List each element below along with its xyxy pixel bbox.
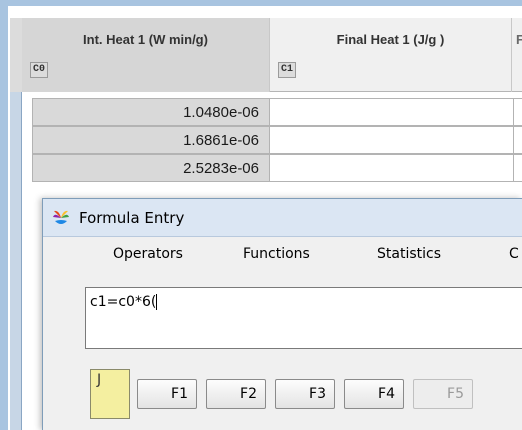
menu-statistics[interactable]: Statistics: [377, 246, 441, 262]
column-header-c2[interactable]: F: [512, 18, 522, 92]
cell-c1[interactable]: [270, 98, 514, 126]
column-header-c0[interactable]: Int. Heat 1 (W min/g) C0: [22, 18, 270, 92]
dialog-menubar: Operators Functions Statistics C: [43, 237, 522, 271]
formula-input[interactable]: c1=c0*6(: [85, 287, 522, 349]
sticky-glyph: J: [97, 372, 102, 388]
menu-functions[interactable]: Functions: [243, 246, 310, 262]
cell-c2[interactable]: [514, 126, 522, 154]
cell-c2[interactable]: [514, 154, 522, 182]
text-caret: [156, 294, 158, 310]
formula-text: c1=c0*6(: [90, 294, 157, 310]
menu-operators[interactable]: Operators: [113, 246, 183, 262]
table-row: 2.5283e-06: [32, 154, 522, 182]
column-tag: C0: [30, 62, 49, 78]
f1-button[interactable]: F1: [137, 379, 197, 409]
menu-more[interactable]: C: [509, 246, 519, 262]
cell-c0[interactable]: 1.6861e-06: [32, 126, 270, 154]
f3-button[interactable]: F3: [275, 379, 335, 409]
f5-button[interactable]: F5: [413, 379, 473, 409]
app-flower-icon: [53, 210, 69, 224]
dialog-titlebar[interactable]: Formula Entry: [43, 199, 522, 237]
table-row: 1.0480e-06: [32, 98, 522, 126]
formula-entry-dialog: Formula Entry Operators Functions Statis…: [42, 198, 522, 430]
table-row: 1.6861e-06: [32, 126, 522, 154]
cell-c1[interactable]: [270, 126, 514, 154]
column-title: Final Heat 1 (J/g ): [336, 32, 445, 47]
column-header-bar: Int. Heat 1 (W min/g) C0 Final Heat 1 (J…: [22, 18, 522, 92]
cell-c0[interactable]: 2.5283e-06: [32, 154, 270, 182]
cell-c0[interactable]: 1.0480e-06: [32, 98, 270, 126]
dialog-title: Formula Entry: [79, 209, 185, 227]
cell-c2[interactable]: [514, 98, 522, 126]
row-header-corner: [10, 18, 22, 92]
sticky-note-button[interactable]: J: [90, 369, 130, 419]
column-tag: C1: [278, 62, 297, 78]
f2-button[interactable]: F2: [206, 379, 266, 409]
cell-c1[interactable]: [270, 154, 514, 182]
column-title: F: [516, 32, 522, 47]
column-title: Int. Heat 1 (W min/g): [83, 32, 208, 47]
row-header-strip: [10, 92, 22, 430]
column-header-c1[interactable]: Final Heat 1 (J/g ) C1: [270, 18, 512, 92]
f4-button[interactable]: F4: [344, 379, 404, 409]
